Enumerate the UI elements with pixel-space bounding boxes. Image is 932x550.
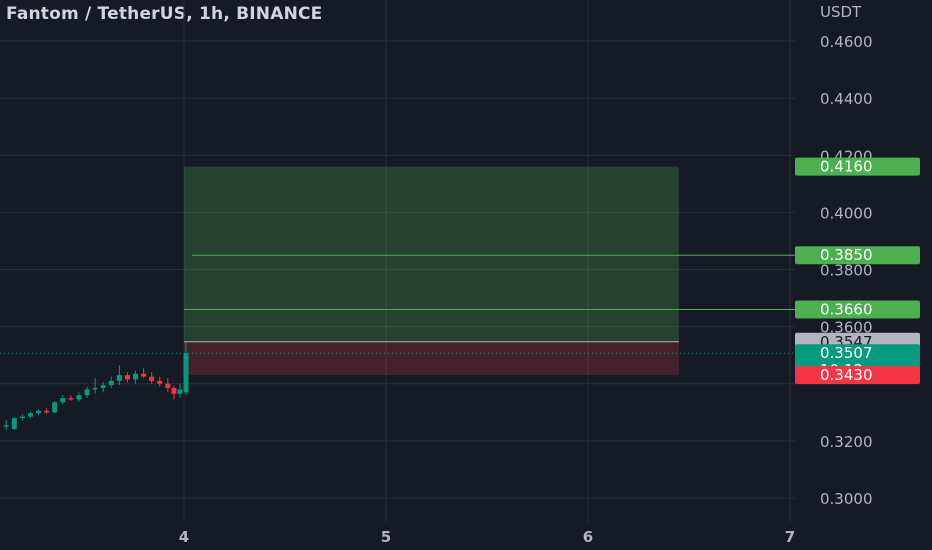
- take-profit-2-price-label: 0.3660: [820, 300, 873, 318]
- price-tick-label: 0.3200: [820, 433, 873, 451]
- price-tick-label: 0.4400: [820, 90, 873, 108]
- profit-zone[interactable]: [184, 166, 679, 342]
- time-tick-label: 6: [583, 528, 593, 546]
- candle-body: [157, 380, 163, 384]
- candle-body: [171, 388, 177, 394]
- candle-body: [3, 425, 9, 427]
- candle-body: [177, 389, 183, 394]
- price-chart[interactable]: 0.46000.44000.42000.40000.38000.36000.32…: [0, 0, 932, 550]
- candle-body: [19, 416, 25, 419]
- candle-body: [60, 398, 66, 403]
- stop-price-label: 0.3430: [820, 366, 873, 384]
- target-price-label: 0.4160: [820, 158, 873, 176]
- time-tick-label: 4: [179, 528, 189, 546]
- candle-body: [36, 410, 42, 414]
- candle-body: [124, 375, 130, 380]
- candle-body: [100, 385, 106, 389]
- candle-body: [76, 395, 82, 400]
- price-tick-label: 0.3000: [820, 490, 873, 508]
- candle-body: [165, 383, 171, 389]
- price-tick-label: 0.4600: [820, 33, 873, 51]
- candle-body: [27, 413, 33, 417]
- stop-loss-zone[interactable]: [184, 341, 679, 376]
- take-profit-1-price-label: 0.3850: [820, 246, 873, 264]
- candle-body: [116, 375, 122, 381]
- price-tick-label: 0.4000: [820, 204, 873, 222]
- current-price-label: 0.3507: [820, 344, 873, 362]
- candle-body: [44, 410, 50, 413]
- candle-body: [183, 353, 189, 393]
- candle-body: [133, 373, 139, 380]
- time-tick-label: 7: [785, 528, 795, 546]
- candle-body: [108, 380, 114, 386]
- candle-body: [84, 389, 90, 396]
- candle-body: [92, 388, 98, 390]
- candle-body: [141, 373, 147, 377]
- candle-body: [68, 398, 74, 400]
- candle-body: [11, 418, 17, 429]
- time-tick-label: 5: [381, 528, 391, 546]
- candle-body: [52, 402, 58, 413]
- candle-body: [149, 376, 155, 381]
